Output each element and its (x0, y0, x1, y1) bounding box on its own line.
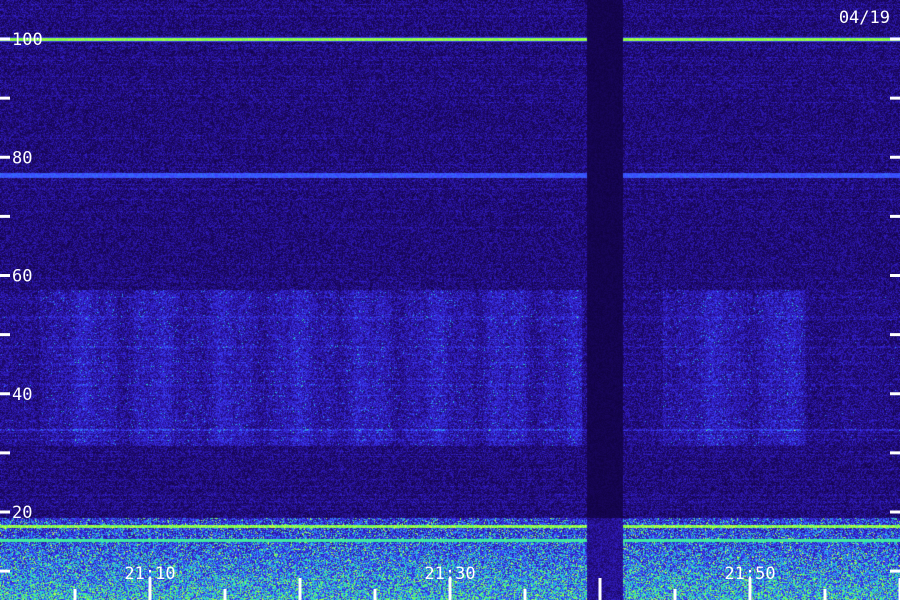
y-tick-label: 20 (12, 503, 32, 523)
x-tick (823, 589, 827, 600)
x-tick (373, 589, 377, 600)
date-label: 04/19 (839, 8, 890, 28)
x-tick (523, 589, 527, 600)
x-tick (223, 589, 227, 600)
y-tick-label: 100 (12, 30, 43, 50)
y-tick-label: 80 (12, 148, 32, 168)
y-tick-right-50 (890, 333, 900, 337)
y-tick-left-20 (0, 510, 10, 514)
y-tick-left-80 (0, 155, 10, 159)
x-tick-label: 21:30 (424, 564, 475, 584)
x-tick-label: 21:50 (724, 564, 775, 584)
x-tick-labels: 21:10 21:30 21:50 (124, 564, 775, 584)
x-tick (298, 578, 302, 600)
x-tick (73, 589, 77, 600)
y-tick-left-40 (0, 392, 10, 396)
axes-overlay: 20 40 60 80 100 21:10 21:30 21:50 04/19 (0, 8, 900, 600)
y-tick-right-60 (890, 274, 900, 277)
y-tick-right-70 (890, 214, 900, 218)
y-tick-right-10 (890, 569, 900, 573)
y-tick-right-20 (890, 510, 900, 514)
y-tick-left-10 (0, 569, 10, 573)
y-tick-label: 40 (12, 385, 32, 405)
y-tick-right-80 (890, 155, 900, 159)
x-ticks (73, 578, 900, 600)
y-tick-left-90 (0, 96, 10, 100)
y-tick-labels: 20 40 60 80 100 (12, 30, 43, 523)
y-tick-right-90 (890, 96, 900, 100)
y-tick-right-100 (890, 37, 900, 41)
y-tick-left-60 (0, 274, 10, 277)
y-tick-left-70 (0, 214, 10, 218)
x-tick (673, 589, 677, 600)
y-tick-label: 60 (12, 267, 32, 287)
y-tick-right-30 (890, 451, 900, 455)
y-ticks-right (890, 37, 900, 573)
x-tick-label: 21:10 (124, 564, 175, 584)
x-tick (598, 578, 602, 600)
y-tick-right-40 (890, 392, 900, 396)
y-tick-left-50 (0, 333, 10, 337)
y-ticks-left (0, 37, 10, 573)
y-tick-left-100 (0, 37, 10, 41)
y-tick-left-30 (0, 451, 10, 455)
